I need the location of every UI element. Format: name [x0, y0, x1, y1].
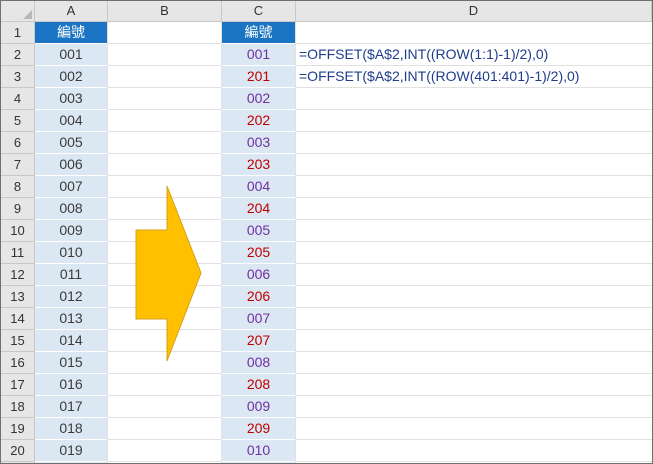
right-arrow-icon [135, 185, 202, 362]
spreadsheet-window: A B C D 12345678910111213141516171819202… [0, 0, 653, 464]
